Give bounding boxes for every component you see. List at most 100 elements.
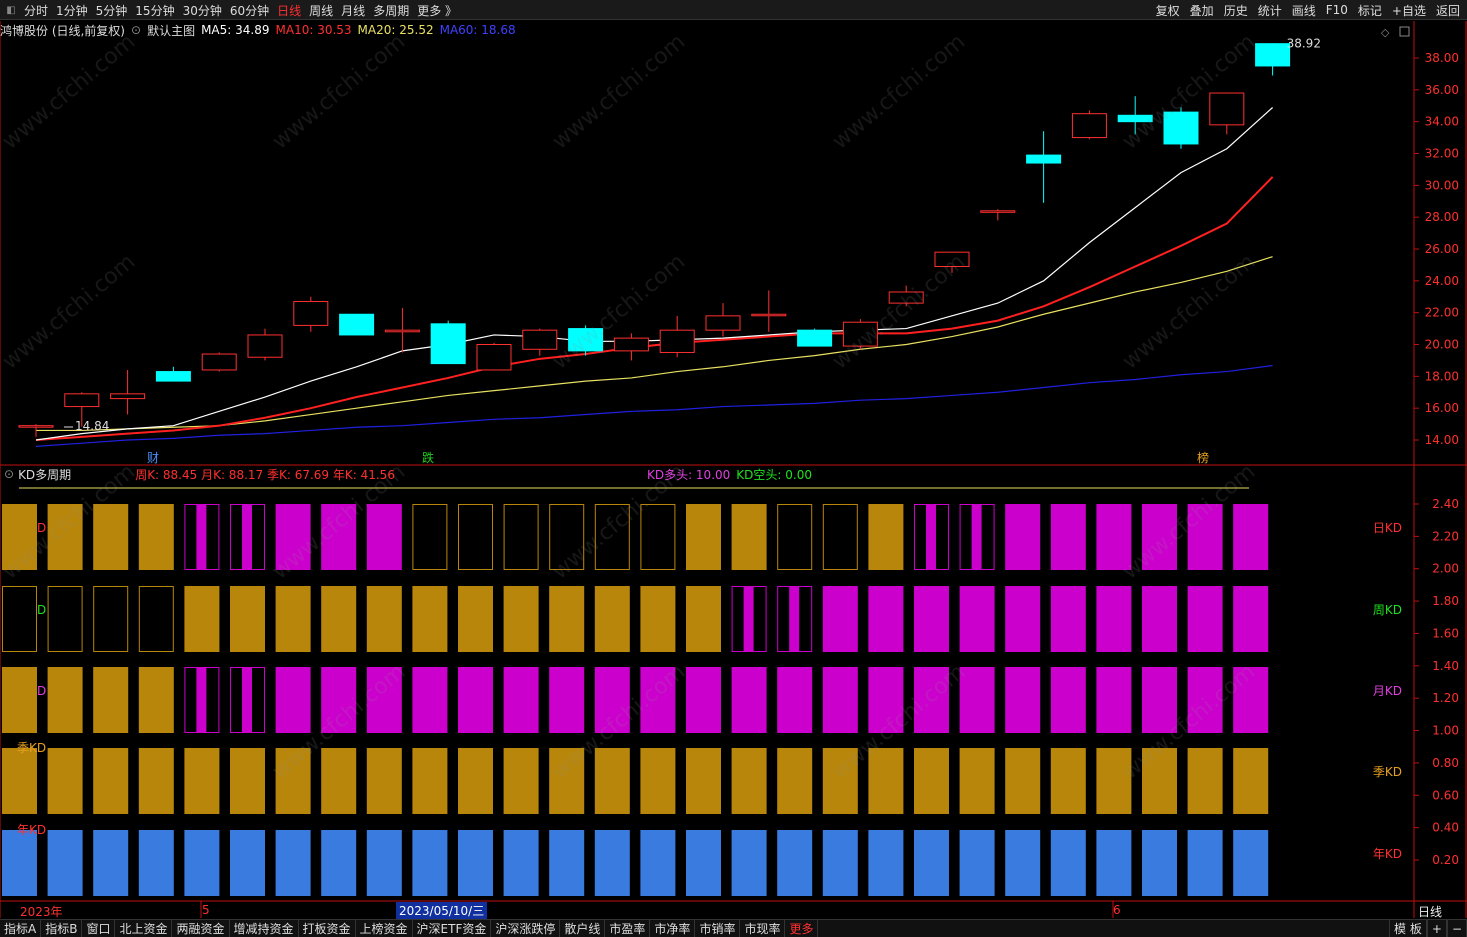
ma60-line	[35, 364, 1273, 447]
kd-cell-gold	[686, 586, 721, 652]
kd-cell-blue	[1233, 830, 1269, 896]
watermark-text: www.cfchi.com	[1118, 249, 1260, 374]
kd-cell-gold	[594, 748, 630, 814]
kd-cell-gold	[868, 504, 904, 570]
kd-header: ⊙ KD多周期 周K: 88.45 月K: 88.17 季K: 67.69 年K…	[0, 466, 812, 482]
kd-cell-gold	[412, 586, 448, 652]
price-tick-label: 26.00	[1425, 242, 1459, 256]
price-tick-label: 30.00	[1425, 178, 1459, 192]
kd-cell-blue	[914, 830, 949, 896]
template-control-2[interactable]: −	[1446, 920, 1467, 937]
indicator-tab-12[interactable]: 市净率	[650, 919, 696, 937]
kd-cell-blue	[93, 830, 129, 896]
indicator-tab-4[interactable]: 两融资金	[172, 919, 230, 937]
date-cursor: 2023/05/10/三	[396, 902, 488, 919]
kd-cell-gold	[321, 748, 357, 814]
indicator-tab-1[interactable]: 指标B	[41, 919, 83, 937]
price-tick-label: 38.00	[1425, 51, 1459, 65]
indicator-tab-6[interactable]: 打板资金	[299, 919, 356, 937]
kd-cell-gold	[1050, 748, 1086, 814]
candle-body	[430, 323, 466, 365]
event-marker: 财	[147, 451, 159, 465]
kd-cell-blue	[549, 830, 585, 896]
event-marker: 榜	[1197, 450, 1209, 465]
kd-tick-label: 0.40	[1432, 821, 1459, 835]
indicator-tab-15[interactable]: 更多	[785, 919, 819, 937]
kd-cell-blue	[275, 830, 311, 896]
kd-tick-label: 1.00	[1432, 724, 1459, 738]
indicator-tab-3[interactable]: 北上资金	[115, 919, 173, 937]
kd-cell-gold	[1005, 748, 1041, 814]
indicator-tab-9[interactable]: 沪深涨跌停	[491, 919, 561, 937]
template-control-1[interactable]: +	[1426, 920, 1447, 937]
indicator-tab-8[interactable]: 沪深ETF资金	[413, 919, 492, 937]
high-price-label: 38.92	[1287, 36, 1321, 50]
candle-body	[201, 353, 237, 371]
kd-cell-magenta	[822, 586, 858, 652]
kd-cell-gold	[138, 504, 174, 570]
kd-cell-magenta	[1005, 504, 1041, 570]
indicator-tab-0[interactable]: 指标A	[0, 919, 42, 937]
kd-tick-label: 1.80	[1432, 594, 1459, 608]
kd-cell-magenta	[458, 667, 493, 733]
indicator-tab-2[interactable]: 窗口	[82, 919, 116, 937]
kd-cell-blue	[640, 830, 676, 896]
kd-cell-gold	[138, 667, 174, 733]
candle-body	[980, 210, 1016, 213]
kd-cell-gold	[93, 667, 129, 733]
kd-cell-bar	[242, 667, 252, 733]
kd-cell-magenta	[1233, 586, 1269, 652]
template-control-0[interactable]: 模 板	[1389, 920, 1427, 937]
kd-cell-gold	[777, 748, 813, 814]
kd-cell-magenta	[914, 586, 949, 652]
kd-tick-label: 0.60	[1432, 788, 1459, 802]
kd-cell-bar	[242, 504, 252, 570]
kd-cell-gold	[412, 748, 448, 814]
date-label-year: 2023年	[20, 905, 63, 919]
candle-body	[797, 329, 833, 347]
kd-cell-gold	[731, 748, 767, 814]
watermark-text: www.cfchi.com	[548, 249, 690, 374]
kd-cell-magenta	[1050, 504, 1086, 570]
kd-cell-magenta	[1142, 586, 1177, 652]
candle-body	[247, 334, 283, 358]
indicator-tab-5[interactable]: 增减持资金	[230, 919, 299, 937]
kd-cell-gold	[640, 586, 676, 652]
kd-cell-blue	[47, 830, 83, 896]
template-controls: 模 板 + −	[1389, 920, 1467, 937]
kd-cell-gold	[640, 748, 676, 814]
kd-cell-gold	[93, 504, 129, 570]
kd-tick-label: 1.20	[1432, 691, 1459, 705]
kd-title[interactable]: KD多周期	[18, 466, 71, 483]
kd-row-label: 月KD	[1373, 684, 1402, 698]
kd-tick-label: 0.80	[1432, 756, 1459, 770]
kd-cell-gold	[594, 586, 630, 652]
kd-cell-blue	[822, 830, 858, 896]
collapse-icon[interactable]: ⊙	[4, 467, 14, 481]
kd-cell-gold	[503, 748, 539, 814]
price-tick-label: 32.00	[1425, 147, 1459, 161]
kd-cell-blue	[1187, 830, 1223, 896]
kd-row-label: 季KD	[1373, 765, 1402, 779]
kd-cell-blue	[321, 830, 357, 896]
kd-cell-outline	[47, 586, 83, 652]
period-indicator: 日线	[1418, 905, 1443, 919]
kd-cell-blue	[1096, 830, 1132, 896]
kd-cell-gold	[1233, 748, 1269, 814]
kd-cell-gold	[93, 748, 129, 814]
kd-cell-blue	[458, 830, 493, 896]
kd-cell-blue	[594, 830, 630, 896]
indicator-tab-14[interactable]: 市现率	[740, 919, 786, 937]
event-marker: 跌	[422, 450, 434, 465]
indicator-tab-10[interactable]: 散户线	[560, 919, 606, 937]
price-tick-label: 36.00	[1425, 83, 1459, 97]
price-tick-label: 24.00	[1425, 274, 1459, 288]
kd-cell-outline	[93, 586, 129, 652]
kd-cell-blue	[1142, 830, 1177, 896]
kd-bull: KD多头: 10.00	[646, 467, 731, 482]
kd-cell-magenta	[366, 504, 402, 570]
indicator-tab-13[interactable]: 市销率	[695, 919, 741, 937]
indicator-tab-7[interactable]: 上榜资金	[356, 919, 413, 937]
diamond-icon: ◇	[1381, 26, 1390, 39]
indicator-tab-11[interactable]: 市盈率	[605, 919, 651, 937]
